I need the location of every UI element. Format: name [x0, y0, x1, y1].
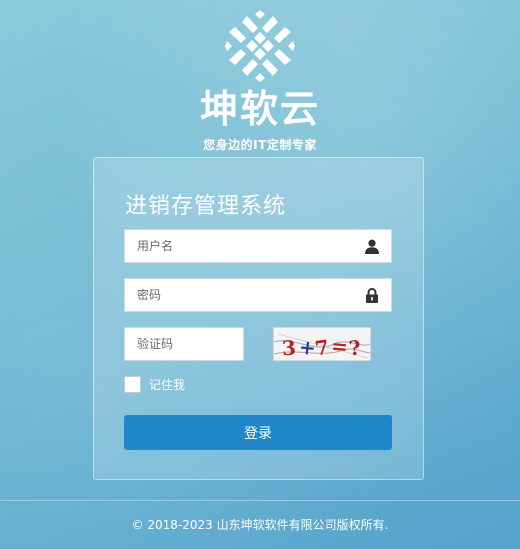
username-field[interactable]	[124, 229, 392, 263]
copyright-text: © 2018-2023 山东坤软软件有限公司版权所有.	[131, 518, 389, 532]
captcha-image[interactable]: 3 + 7 = ?	[273, 327, 371, 361]
password-field[interactable]	[124, 278, 392, 312]
remember-me-label: 记住我	[149, 378, 186, 392]
brand-slogan: 您身边的IT定制专家	[203, 138, 317, 152]
brand-name: 坤软云	[199, 87, 320, 131]
svg-text:3: 3	[281, 335, 297, 360]
kunruan-logo-icon	[225, 10, 295, 82]
username-input[interactable]	[125, 230, 391, 262]
login-panel: 进销存管理系统 3 + 7 = ?	[93, 157, 424, 480]
captcha-field[interactable]	[124, 327, 244, 361]
password-input[interactable]	[125, 279, 391, 311]
svg-text:=: =	[330, 334, 349, 359]
lock-icon	[366, 288, 378, 303]
brand-header: 坤软云 您身边的IT定制专家	[0, 10, 520, 153]
remember-me[interactable]: 记住我	[124, 376, 185, 393]
system-title: 进销存管理系统	[125, 194, 287, 219]
login-button[interactable]: 登录	[124, 415, 392, 450]
svg-text:?: ?	[348, 335, 362, 360]
footer-divider	[0, 500, 520, 501]
captcha-input[interactable]	[125, 328, 243, 360]
captcha-graphic: 3 + 7 = ?	[274, 333, 370, 361]
remember-me-checkbox[interactable]	[124, 376, 141, 393]
svg-text:7: 7	[313, 335, 330, 361]
user-icon	[365, 239, 379, 254]
